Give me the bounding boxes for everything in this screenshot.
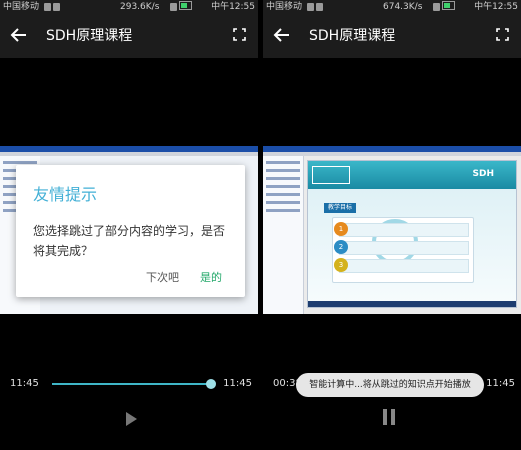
goal-item: 3 bbox=[334, 258, 469, 273]
clock: 中午12:55 bbox=[474, 2, 518, 12]
pause-icon[interactable] bbox=[382, 409, 396, 425]
network-speed: 293.6K/s bbox=[120, 2, 160, 12]
fullscreen-icon[interactable] bbox=[233, 28, 246, 41]
player-controls: 11:45 11:45 bbox=[0, 372, 258, 412]
slide-badge bbox=[312, 166, 350, 184]
goal-item: 2 bbox=[334, 240, 469, 255]
video-frame[interactable]: SDH 教学目标 1 2 3 bbox=[263, 146, 521, 314]
signal-icon bbox=[44, 3, 51, 11]
right-phone-screen: 中国移动 674.3K/s 中午12:55 SDH原理课程 SDH 教学目标 1 bbox=[263, 0, 521, 450]
battery-icon bbox=[179, 1, 192, 10]
section-label: 教学目标 bbox=[324, 203, 357, 213]
slide-taskbar bbox=[308, 301, 516, 307]
dialog-message: 您选择跳过了部分内容的学习，是否将其完成？ bbox=[33, 224, 226, 258]
dialog-title: 友情提示 bbox=[33, 185, 98, 204]
network-speed: 674.3K/s bbox=[383, 2, 423, 12]
total-time: 11:45 bbox=[486, 378, 515, 389]
confirm-button[interactable]: 是的 bbox=[200, 269, 222, 285]
slide-body: 教学目标 1 2 3 bbox=[308, 189, 516, 307]
goal-number: 2 bbox=[334, 240, 348, 254]
clock: 中午12:55 bbox=[211, 2, 255, 12]
top-bar: SDH原理课程 bbox=[263, 14, 521, 58]
fullscreen-icon[interactable] bbox=[496, 28, 509, 41]
wifi-icon bbox=[170, 3, 177, 11]
back-arrow-icon[interactable] bbox=[10, 26, 28, 44]
progress-fill bbox=[52, 383, 211, 385]
goal-number: 3 bbox=[334, 258, 348, 272]
back-arrow-icon[interactable] bbox=[273, 26, 291, 44]
page-title: SDH原理课程 bbox=[46, 28, 133, 44]
toast-message: 智能计算中...将从跳过的知识点开始播放 bbox=[296, 373, 484, 397]
goal-number: 1 bbox=[334, 222, 348, 236]
wifi-icon bbox=[433, 3, 440, 11]
current-time: 11:45 bbox=[10, 378, 39, 389]
course-slide: SDH 教学目标 1 2 3 bbox=[307, 160, 517, 308]
later-button[interactable]: 下次吧 bbox=[146, 269, 179, 285]
signal-icon bbox=[307, 3, 314, 11]
goal-item: 1 bbox=[334, 222, 469, 237]
slide-logo: SDH bbox=[472, 169, 495, 179]
progress-thumb[interactable] bbox=[206, 379, 216, 389]
slide-header: SDH bbox=[308, 161, 516, 189]
slide-sidebar bbox=[263, 156, 304, 314]
page-title: SDH原理课程 bbox=[309, 28, 396, 44]
total-time: 11:45 bbox=[223, 378, 252, 389]
carrier-label: 中国移动 bbox=[3, 2, 40, 12]
battery-icon bbox=[442, 1, 455, 10]
tip-dialog: 友情提示 您选择跳过了部分内容的学习，是否将其完成？ 下次吧 是的 bbox=[16, 165, 245, 297]
left-phone-screen: 中国移动 293.6K/s 中午12:55 SDH原理课程 友情提示 您选择跳过… bbox=[0, 0, 258, 450]
message-icon bbox=[53, 3, 60, 11]
progress-bar[interactable] bbox=[52, 379, 216, 389]
top-bar: SDH原理课程 bbox=[0, 14, 258, 58]
carrier-label: 中国移动 bbox=[266, 2, 303, 12]
status-bar: 中国移动 293.6K/s 中午12:55 bbox=[0, 0, 258, 14]
message-icon bbox=[316, 3, 323, 11]
play-icon[interactable] bbox=[126, 412, 137, 426]
status-bar: 中国移动 674.3K/s 中午12:55 bbox=[263, 0, 521, 14]
